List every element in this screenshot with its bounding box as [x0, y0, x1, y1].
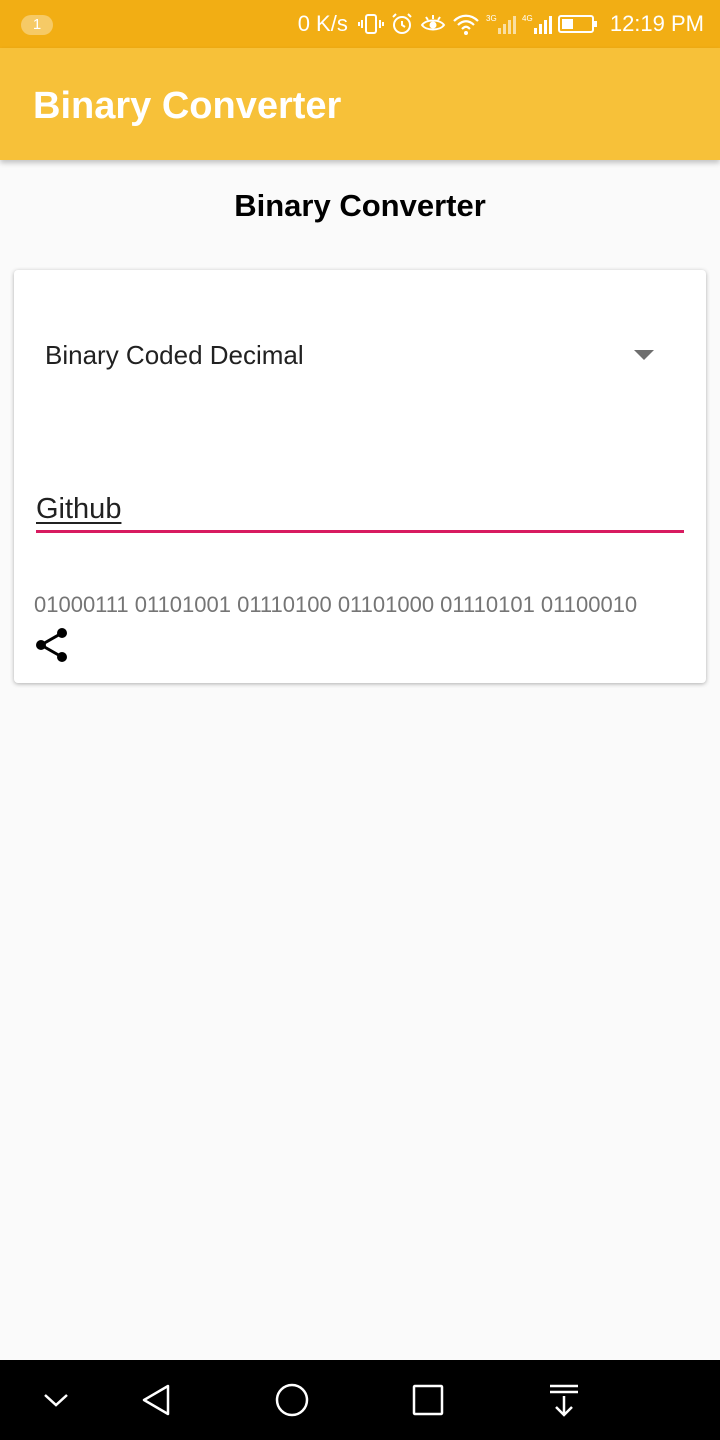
- text-input-field[interactable]: [36, 475, 684, 535]
- notification-count-badge: 1: [21, 15, 53, 35]
- chevron-down-icon[interactable]: [36, 1380, 76, 1420]
- app-bar: Binary Converter: [0, 48, 720, 160]
- network-speed: 0 K/s: [297, 11, 348, 36]
- home-icon[interactable]: [272, 1380, 312, 1420]
- network-4g-label: 4G: [522, 14, 533, 23]
- signal-4g-icon: 4G: [522, 12, 552, 36]
- share-icon[interactable]: [32, 625, 72, 665]
- converter-card: Binary Coded Decimal 01000111 01101001 0…: [14, 270, 706, 683]
- binary-output: 01000111 01101001 01110100 01101000 0111…: [34, 592, 638, 617]
- wifi-icon: [452, 12, 480, 36]
- eye-icon: [420, 12, 446, 36]
- navigation-bar: [0, 1360, 720, 1440]
- dropdown-arrow-icon: [634, 350, 654, 360]
- app-bar-title: Binary Converter: [33, 85, 342, 127]
- recents-icon[interactable]: [408, 1380, 448, 1420]
- status-icons: 0 K/s 3G 4G 12:19 PM: [298, 0, 704, 48]
- back-icon[interactable]: [136, 1380, 176, 1420]
- notification-pull-icon[interactable]: [544, 1380, 584, 1420]
- text-input[interactable]: [36, 487, 684, 531]
- spinner-selected-value: Binary Coded Decimal: [45, 340, 304, 370]
- signal-3g-icon: 3G: [486, 12, 516, 36]
- status-bar: 1 0 K/s 3G 4G 12:19 PM: [0, 0, 720, 48]
- network-3g-label: 3G: [486, 14, 497, 23]
- page-title: Binary Converter: [234, 188, 486, 223]
- alarm-icon: [390, 12, 414, 36]
- status-time: 12:19 PM: [609, 11, 704, 36]
- input-underline: [36, 530, 684, 533]
- battery-icon: [557, 12, 598, 36]
- vibrate-icon: [357, 12, 384, 36]
- conversion-type-spinner[interactable]: Binary Coded Decimal: [14, 310, 706, 400]
